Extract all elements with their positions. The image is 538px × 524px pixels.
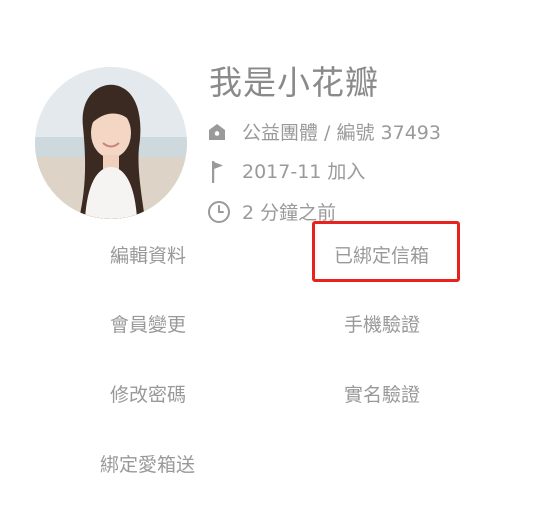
bind-aixiangsong-link[interactable]: 綁定愛箱送 xyxy=(100,450,195,477)
join-text: 2017-11 加入 xyxy=(242,161,366,183)
last-active-info: 2 分鐘之前 xyxy=(207,198,336,225)
avatar xyxy=(35,67,187,219)
change-password-link[interactable]: 修改密碼 xyxy=(110,380,186,407)
flag-icon xyxy=(207,159,235,183)
username: 我是小花瓣 xyxy=(209,63,379,102)
clock-icon xyxy=(207,200,235,224)
realname-verify-link[interactable]: 實名驗證 xyxy=(344,380,420,407)
edit-profile-link[interactable]: 編輯資料 xyxy=(110,241,186,268)
join-info: 2017-11 加入 xyxy=(207,157,365,184)
last-active-text: 2 分鐘之前 xyxy=(242,202,337,224)
phone-verify-link[interactable]: 手機驗證 xyxy=(344,310,420,337)
avatar-photo xyxy=(35,67,187,219)
org-text: 公益團體 / 編號 37493 xyxy=(242,122,441,144)
member-change-link[interactable]: 會員變更 xyxy=(110,310,186,337)
house-badge-icon xyxy=(207,120,235,144)
bound-email-link[interactable]: 已綁定信箱 xyxy=(334,241,429,268)
org-info: 公益團體 / 編號 37493 xyxy=(207,118,441,145)
